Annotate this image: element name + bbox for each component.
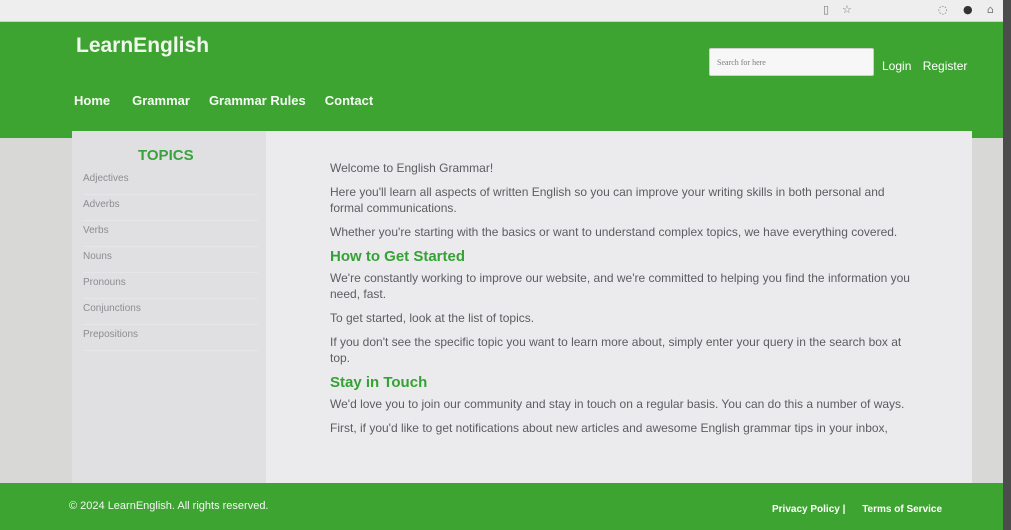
- circle-icon[interactable]: ●: [963, 3, 973, 16]
- main-content: Welcome to English Grammar! Here you'll …: [330, 160, 910, 444]
- notifications-paragraph: First, if you'd like to get notification…: [330, 421, 888, 435]
- sidebar-item-verbs[interactable]: Verbs: [83, 221, 258, 247]
- privacy-policy-link[interactable]: Privacy Policy |: [772, 504, 845, 515]
- sidebar-item-prepositions[interactable]: Prepositions: [83, 325, 258, 351]
- topics-paragraph: To get started, look at the list of topi…: [330, 311, 535, 325]
- section-heading-stay-in-touch: Stay in Touch: [330, 374, 428, 391]
- coverage-paragraph: Whether you're starting with the basics …: [330, 225, 898, 239]
- site-header: ▯ ☆ ◌ ● ⌂ LearnEnglish Search for here L…: [0, 0, 1011, 138]
- site-footer: © 2024 LearnEnglish. All rights reserved…: [0, 483, 1011, 530]
- sidebar-topic-list: Adjectives Adverbs Verbs Nouns Pronouns …: [83, 169, 258, 351]
- section-heading-get-started: How to Get Started: [330, 248, 466, 265]
- sidebar-item-adjectives[interactable]: Adjectives: [83, 169, 258, 195]
- terms-of-service-link[interactable]: Terms of Service: [862, 504, 942, 515]
- login-link[interactable]: Login: [882, 59, 911, 73]
- search-help-paragraph: If you don't see the specific topic you …: [330, 335, 902, 365]
- main-nav: Home Grammar Grammar Rules Contact: [74, 93, 373, 108]
- register-link[interactable]: Register: [923, 59, 968, 73]
- nav-grammar[interactable]: Grammar: [132, 93, 190, 108]
- reader-icon[interactable]: ▯: [823, 3, 829, 16]
- sidebar-item-pronouns[interactable]: Pronouns: [83, 273, 258, 299]
- search-input[interactable]: Search for here: [709, 48, 874, 76]
- extensions-icon[interactable]: ⌂: [987, 3, 994, 16]
- browser-toolbar: ▯ ☆ ◌ ● ⌂: [0, 0, 1011, 22]
- screen-bezel: [1003, 0, 1011, 530]
- site-logo[interactable]: LearnEnglish: [76, 34, 209, 58]
- nav-grammar-rules[interactable]: Grammar Rules: [209, 93, 306, 108]
- sidebar-item-adverbs[interactable]: Adverbs: [83, 195, 258, 221]
- footer-copyright: © 2024 LearnEnglish. All rights reserved…: [69, 500, 269, 512]
- shield-icon[interactable]: ◌: [938, 3, 948, 16]
- improvement-paragraph: We're constantly working to improve our …: [330, 271, 910, 301]
- sidebar-item-nouns[interactable]: Nouns: [83, 247, 258, 273]
- sidebar-item-conjunctions[interactable]: Conjunctions: [83, 299, 258, 325]
- star-icon[interactable]: ☆: [842, 3, 852, 16]
- footer-links: Privacy Policy | Terms of Service: [772, 504, 956, 515]
- intro-paragraph: Welcome to English Grammar!: [330, 161, 494, 175]
- community-paragraph: We'd love you to join our community and …: [330, 397, 905, 411]
- sidebar-title: TOPICS: [138, 147, 194, 164]
- nav-home[interactable]: Home: [74, 93, 110, 108]
- search-placeholder: Search for here: [717, 58, 766, 67]
- auth-links: Login Register: [882, 59, 975, 73]
- nav-contact[interactable]: Contact: [325, 93, 373, 108]
- description-paragraph: Here you'll learn all aspects of written…: [330, 185, 885, 215]
